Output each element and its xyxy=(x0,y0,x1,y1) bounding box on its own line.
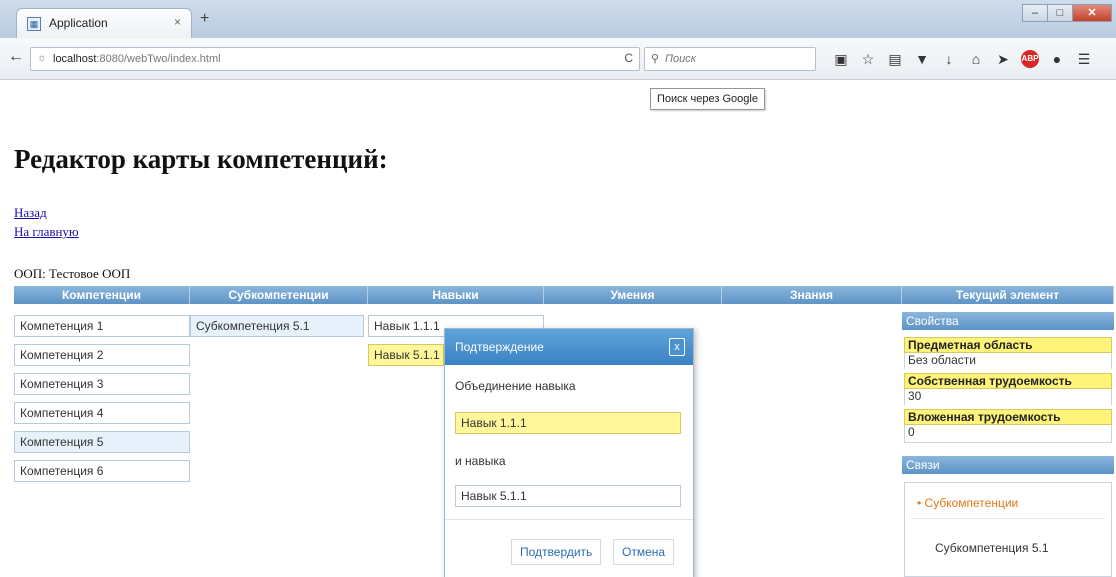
minimize-button[interactable]: – xyxy=(1022,4,1048,22)
nested-labor-label: Вложенная трудоемкость xyxy=(904,409,1112,425)
column-headers: Компетенции Субкомпетенции Навыки Умения… xyxy=(14,286,1114,304)
competency-item[interactable]: Компетенция 3 xyxy=(14,373,190,395)
skill-item-highlighted[interactable]: Навык 5.1.1 xyxy=(368,344,444,366)
browser-tab[interactable]: ▦ Application × xyxy=(16,8,192,38)
dialog-text-merge: Объединение навыка xyxy=(455,379,576,393)
dialog-close-icon[interactable]: x xyxy=(669,338,685,356)
links-header: Связи xyxy=(902,456,1114,474)
back-arrow-icon[interactable]: ← xyxy=(8,48,30,70)
browser-toolbar: ▣ ☆ ▤ ▼ ↓ ⌂ ➤ ABP ● ☰ xyxy=(832,50,1093,68)
dialog-title: Подтверждение xyxy=(455,340,544,354)
col-header-abilities: Умения xyxy=(544,286,722,304)
menu-icon[interactable]: ☰ xyxy=(1075,50,1093,68)
competency-item[interactable]: Компетенция 4 xyxy=(14,402,190,424)
download-icon[interactable]: ↓ xyxy=(940,50,958,68)
adblock-icon[interactable]: ABP xyxy=(1021,50,1039,68)
home-icon[interactable]: ⌂ xyxy=(967,50,985,68)
dialog-text-and: и навыка xyxy=(455,454,506,468)
col-header-subcompetencies: Субкомпетенции xyxy=(190,286,368,304)
chat-icon[interactable]: ● xyxy=(1048,50,1066,68)
reload-icon[interactable]: C xyxy=(624,51,633,65)
subcompetency-item[interactable]: Субкомпетенция 5.1 xyxy=(190,315,364,337)
competency-item[interactable]: Компетенция 2 xyxy=(14,344,190,366)
bookmark-star-icon[interactable]: ☆ xyxy=(859,50,877,68)
expand-bullet-icon: • xyxy=(917,496,925,510)
dialog-divider xyxy=(445,519,693,520)
links-group-label: Субкомпетенции xyxy=(924,496,1019,510)
col-header-competencies: Компетенции xyxy=(14,286,190,304)
site-info-icon[interactable]: ☼ xyxy=(37,52,47,64)
dialog-header: Подтверждение x xyxy=(445,329,693,365)
new-tab-button[interactable]: + xyxy=(200,10,209,28)
links-group-subcompetencies[interactable]: • Субкомпетенции xyxy=(911,489,1105,519)
send-icon[interactable]: ➤ xyxy=(994,50,1012,68)
browser-navbar: ← ☼ localhost:8080/webTwo/index.html C ⚲… xyxy=(0,38,1116,80)
window-close-button[interactable]: ✕ xyxy=(1072,4,1112,22)
nested-labor-value: 0 xyxy=(904,425,1112,443)
browser-tabbar: ▦ Application × + – □ ✕ xyxy=(0,0,1116,38)
url-text[interactable]: localhost:8080/webTwo/index.html xyxy=(53,53,221,65)
col-header-skills: Навыки xyxy=(368,286,544,304)
oop-label: ООП: Тестовое ООП xyxy=(14,266,131,281)
subject-area-label: Предметная область xyxy=(904,337,1112,353)
page-title: Редактор карты компетенций: xyxy=(14,144,388,174)
own-labor-value: 30 xyxy=(904,389,1112,405)
address-bar[interactable]: ☼ localhost:8080/webTwo/index.html C xyxy=(30,47,640,71)
own-labor-label: Собственная трудоемкость xyxy=(904,373,1112,389)
bookmarks-list-icon[interactable]: ▤ xyxy=(886,50,904,68)
competency-item[interactable]: Компетенция 6 xyxy=(14,460,190,482)
window-controls: – □ ✕ xyxy=(1022,4,1112,24)
search-icon: ⚲ xyxy=(651,53,660,65)
back-link[interactable]: Назад xyxy=(14,205,47,221)
links-panel: • Субкомпетенции Субкомпетенция 5.1 xyxy=(904,482,1112,577)
cancel-button[interactable]: Отмена xyxy=(613,539,675,565)
competency-item[interactable]: Компетенция 1 xyxy=(14,315,190,337)
search-input[interactable] xyxy=(665,51,805,67)
reader-view-icon[interactable]: ▣ xyxy=(832,50,850,68)
subject-area-value: Без области xyxy=(904,353,1112,369)
tab-close-icon[interactable]: × xyxy=(174,15,181,29)
links-item[interactable]: Субкомпетенция 5.1 xyxy=(935,541,1049,555)
confirm-dialog: Подтверждение x Объединение навыка Навык… xyxy=(444,328,694,577)
col-header-knowledge: Знания xyxy=(722,286,902,304)
properties-header: Свойства xyxy=(902,312,1114,330)
home-link[interactable]: На главную xyxy=(14,224,79,240)
dialog-source-skill: Навык 1.1.1 xyxy=(455,412,681,434)
dialog-target-skill: Навык 5.1.1 xyxy=(455,485,681,507)
tab-title: Application xyxy=(49,16,108,30)
search-box[interactable]: ⚲ xyxy=(644,47,816,71)
pocket-icon[interactable]: ▼ xyxy=(913,50,931,68)
confirm-button[interactable]: Подтвердить xyxy=(511,539,602,565)
col-header-current-element: Текущий элемент xyxy=(902,286,1114,304)
page-favicon-icon: ▦ xyxy=(27,17,41,31)
maximize-button[interactable]: □ xyxy=(1047,4,1073,22)
competency-item-selected[interactable]: Компетенция 5 xyxy=(14,431,190,453)
search-tooltip: Поиск через Google xyxy=(650,88,765,110)
